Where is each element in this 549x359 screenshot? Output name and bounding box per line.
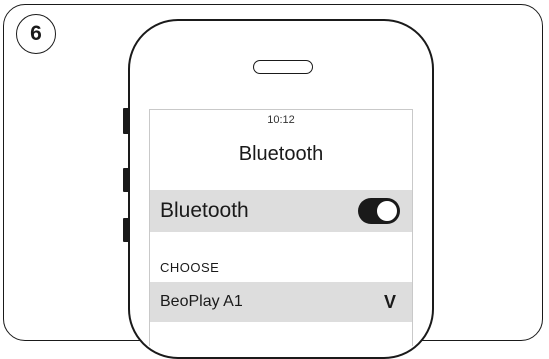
step-number-badge: 6 [16,14,56,54]
screen-title: Bluetooth [238,143,324,165]
phone-screen: 10:12 Bluetooth Bluetooth CHOOSE BeoPlay… [149,109,413,346]
section-header-choose: CHOOSE [160,260,220,275]
bluetooth-setting-row[interactable]: Bluetooth [150,190,412,232]
status-bar-time: 10:12 [267,114,295,126]
earpiece-icon [253,60,313,74]
toggle-switch-icon[interactable] [358,198,400,224]
step-number: 6 [30,22,42,45]
toggle-knob [376,200,398,222]
bluetooth-setting-label: Bluetooth [160,199,249,222]
device-list-item[interactable]: BeoPlay A1 V [150,282,412,322]
device-name: BeoPlay A1 [160,293,243,310]
checkmark-icon: V [383,291,396,312]
